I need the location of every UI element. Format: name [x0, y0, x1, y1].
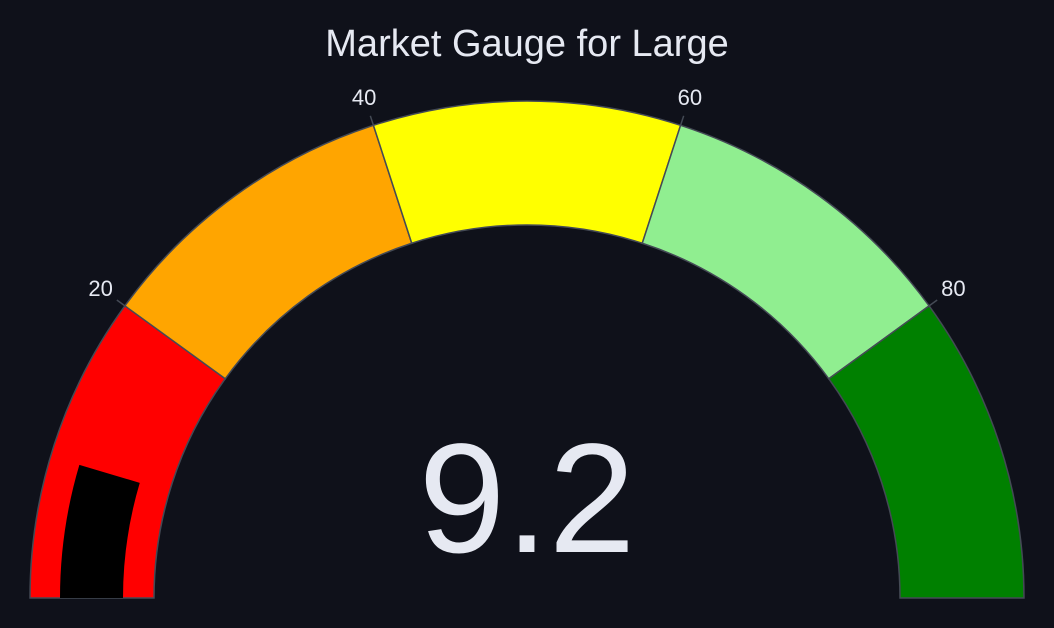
gauge-band-3: [372, 100, 682, 245]
gauge-tick-mark: [928, 299, 938, 307]
gauge-tick-label: 60: [678, 85, 702, 110]
gauge-tick-mark: [679, 115, 685, 126]
gauge-tick-label: 20: [88, 276, 112, 301]
gauge-tick-label: 80: [941, 276, 965, 301]
chart-title: Market Gauge for Large: [325, 23, 728, 65]
gauge-tick-mark: [116, 299, 126, 307]
gauge-svg: Market Gauge for Large 20 40 60 80 9.2: [29, 23, 1025, 599]
gauge-chart: Market Gauge for Large 20 40 60 80 9.2: [0, 0, 1054, 628]
gauge-tick-label: 40: [352, 85, 376, 110]
gauge-value-readout: 9.2: [419, 412, 636, 586]
gauge-tick-mark: [369, 115, 375, 126]
